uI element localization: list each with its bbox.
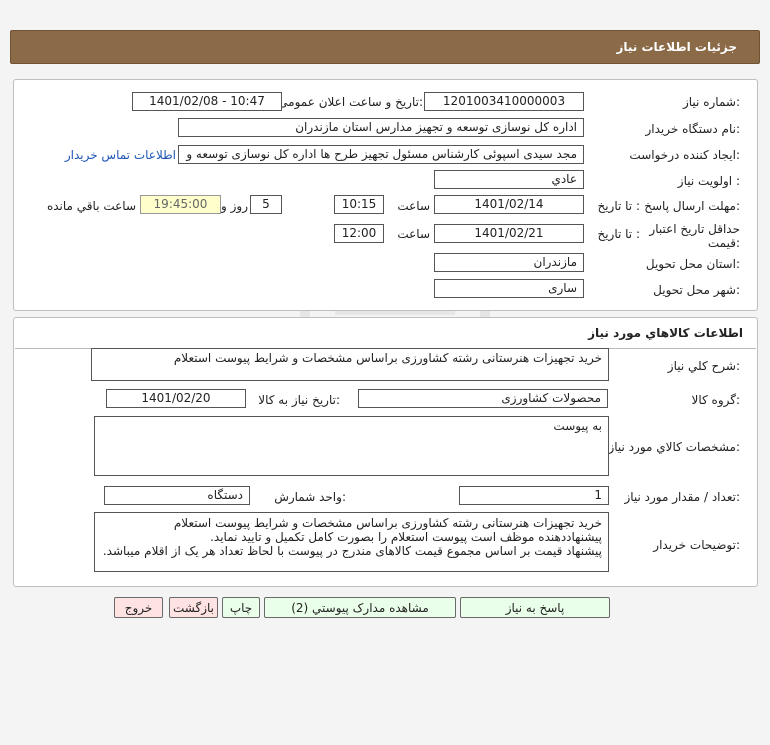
need-number-field: 1201003410000003 xyxy=(424,92,584,111)
city-field: ساری xyxy=(434,279,584,298)
summary-label: شرح کلي نياز: xyxy=(667,359,740,373)
need-date-label: تاريخ نياز به کالا: xyxy=(258,393,340,407)
buyer-note-line: پیشنهاددهنده موظف است پیوست استعلام را ب… xyxy=(210,530,602,544)
creator-label: ايجاد کننده درخواست: xyxy=(629,148,740,162)
reply-until-date-label: تا تاريخ : xyxy=(597,199,640,213)
goods-group-field: محصولات کشاورزی xyxy=(358,389,608,408)
summary-field: خرید تجهیزات هنرستانی رشته کشاورزی براسا… xyxy=(91,348,609,381)
buyer-contact-link[interactable]: اطلاعات تماس خريدار xyxy=(65,148,176,162)
unit-field: دستگاه xyxy=(104,486,250,505)
validity-time-field: 12:00 xyxy=(334,224,384,243)
buyer-org-label: نام دستگاه خريدار: xyxy=(645,122,741,136)
priority-label: اولويت نياز : xyxy=(677,174,740,188)
reply-date-field: 1401/02/14 xyxy=(434,195,584,214)
buyer-org-field: اداره کل نوسازی توسعه و تجهیز مدارس استا… xyxy=(178,118,584,137)
need-date-field: 1401/02/20 xyxy=(106,389,246,408)
quantity-label: تعداد / مقدار مورد نياز: xyxy=(624,490,740,504)
page-title: جزئيات اطلاعات نياز xyxy=(616,40,737,54)
page-header: جزئيات اطلاعات نياز xyxy=(10,30,760,64)
quantity-field: 1 xyxy=(459,486,609,505)
reply-deadline-label: مهلت ارسال پاسخ: xyxy=(644,199,740,213)
remaining-time-field: 19:45:00 xyxy=(140,195,221,214)
validity-until-date-label: تا تاريخ : xyxy=(597,227,640,241)
back-button[interactable]: بازگشت xyxy=(169,597,218,618)
buyer-notes-label: توضيحات خريدار: xyxy=(653,538,740,552)
reply-time-field: 10:15 xyxy=(334,195,384,214)
print-button[interactable]: چاپ xyxy=(222,597,260,618)
validity-time-label: ساعت xyxy=(397,227,430,241)
price-validity-label: حداقل تاريخ اعتبار قيمت: xyxy=(649,222,740,250)
goods-group-label: گروه کالا: xyxy=(691,393,741,407)
exit-button[interactable]: خروج xyxy=(114,597,163,618)
view-attachments-button[interactable]: مشاهده مدارک پيوستي (2) xyxy=(264,597,456,618)
announce-datetime-field: 1401/02/08 - 10:47 xyxy=(132,92,282,111)
reply-to-need-button[interactable]: پاسخ به نياز xyxy=(460,597,610,618)
unit-label: واحد شمارش: xyxy=(274,490,346,504)
remaining-time-label: ساعت باقي مانده xyxy=(46,199,136,213)
validity-date-field: 1401/02/21 xyxy=(434,224,584,243)
need-number-label: شماره نياز: xyxy=(682,95,740,109)
creator-field: مجد سیدی اسپوئی کارشناس مسئول تجهیز طرح … xyxy=(178,145,584,164)
buyer-notes-field: خرید تجهیزات هنرستانی رشته کشاورزی براسا… xyxy=(94,512,609,572)
goods-section-title: اطلاعات کالاهاي مورد نياز xyxy=(588,326,743,340)
specs-label: مشخصات کالاي مورد نياز: xyxy=(608,440,740,454)
buyer-note-line: خرید تجهیزات هنرستانی رشته کشاورزی براسا… xyxy=(173,516,602,530)
remaining-days-field: 5 xyxy=(250,195,282,214)
day-and-label: روز و xyxy=(221,199,248,213)
reply-time-label: ساعت xyxy=(397,199,430,213)
city-label: شهر محل تحويل: xyxy=(653,283,740,297)
province-label: استان محل تحويل: xyxy=(645,257,740,271)
buyer-note-line: پیشنهاد قیمت بر اساس مجموع قیمت کالاهای … xyxy=(102,544,602,558)
announce-label: تاريخ و ساعت اعلان عمومی: xyxy=(278,95,423,109)
specs-field: به پیوست xyxy=(94,416,609,476)
province-field: مازندران xyxy=(434,253,584,272)
priority-field: عادي xyxy=(434,170,584,189)
need-details-panel xyxy=(13,79,758,311)
